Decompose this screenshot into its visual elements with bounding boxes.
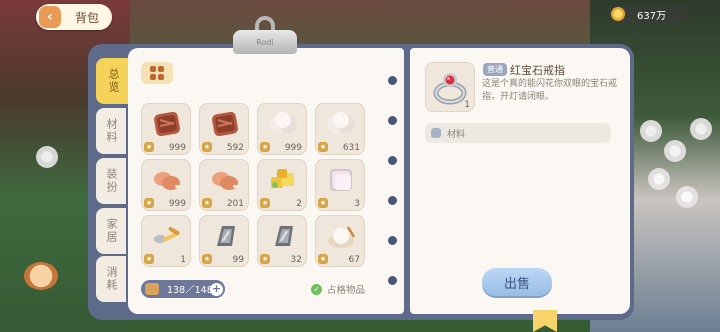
- item-count: 999: [284, 143, 302, 153]
- star-icon: ★: [318, 142, 328, 152]
- tab-materials[interactable]: 材料: [96, 108, 126, 154]
- item-count: 3: [354, 199, 360, 209]
- detail-item-thumbnail: 1: [425, 62, 475, 112]
- ring: [388, 116, 397, 125]
- item-count: 999: [168, 143, 186, 153]
- item-count: 2: [296, 199, 302, 209]
- ring: [388, 196, 397, 205]
- back-button[interactable]: ‹ 背包: [36, 4, 112, 30]
- item-type-label: 材料: [447, 129, 466, 140]
- sell-button[interactable]: 出售: [482, 268, 552, 296]
- ring: [388, 76, 397, 85]
- meat-steak-icon: [150, 109, 184, 139]
- item-count: 67: [348, 255, 360, 265]
- binder-clip: Rodi: [233, 16, 297, 56]
- iron-ingot-icon: [266, 221, 300, 251]
- tab-furniture[interactable]: 家居: [96, 208, 126, 254]
- house-icon[interactable]: [24, 262, 58, 290]
- chevron-left-icon: ‹: [39, 6, 61, 28]
- inventory-slot[interactable]: ★ 999: [141, 159, 191, 211]
- item-count: 999: [168, 199, 186, 209]
- detail-item-name: 红宝石戒指: [510, 64, 565, 77]
- currency-display: 637万: [608, 5, 688, 23]
- chicken-leg-icon: [150, 165, 184, 195]
- inventory-slot[interactable]: ★ 1: [141, 215, 191, 267]
- inventory-slot[interactable]: ★ 99: [199, 215, 249, 267]
- currency-amount: 637万: [637, 10, 667, 22]
- occupied-items-label: 占格物品: [327, 285, 366, 296]
- detail-item-description: 这是个真的能闪花你双眼的宝石戒指，开灯请闭眼。: [482, 79, 618, 102]
- item-count: 592: [226, 143, 244, 153]
- flower-decoration: [36, 146, 58, 168]
- star-icon: ★: [318, 254, 328, 264]
- item-count: 99: [232, 255, 244, 265]
- star-icon: ★: [144, 254, 154, 264]
- ring: [388, 276, 397, 285]
- ring: [388, 156, 397, 165]
- item-count: 1: [180, 255, 186, 265]
- rarity-badge: 普通: [483, 63, 507, 76]
- cheese-icon: [266, 165, 300, 195]
- star-icon: ★: [144, 142, 154, 152]
- bag-capacity: 138／148 +: [141, 280, 225, 298]
- clip-plate: Rodi: [233, 30, 297, 54]
- star-icon: ★: [202, 254, 212, 264]
- notebook-rings: [386, 48, 400, 314]
- material-icon: [431, 128, 441, 138]
- rice-bowl-icon: [324, 221, 358, 251]
- category-filter-button[interactable]: [141, 62, 173, 84]
- star-icon: ★: [202, 142, 212, 152]
- inventory-slot[interactable]: ★ 999: [141, 103, 191, 155]
- inventory-slot[interactable]: ★ 999: [257, 103, 307, 155]
- cotton-icon: [266, 109, 300, 139]
- expand-capacity-button[interactable]: +: [210, 282, 223, 296]
- flower-decoration: [690, 118, 712, 140]
- ring: [388, 236, 397, 245]
- tab-outfits[interactable]: 装扮: [96, 158, 126, 204]
- tab-consumables[interactable]: 消耗: [96, 256, 126, 302]
- chicken-leg-icon: [208, 165, 242, 195]
- flower-decoration: [640, 120, 662, 142]
- check-icon: ✓: [311, 283, 322, 295]
- bag-icon: [145, 283, 159, 295]
- star-icon: ★: [202, 198, 212, 208]
- cotton-icon: [324, 109, 358, 139]
- tools-icon: [150, 221, 184, 251]
- tab-overview[interactable]: 总览: [96, 58, 130, 104]
- meat-steak-icon: [208, 109, 242, 139]
- inventory-slot[interactable]: ★ 32: [257, 215, 307, 267]
- detail-item-count: 1: [464, 100, 470, 110]
- iron-ingot-icon: [208, 221, 242, 251]
- flower-decoration: [664, 140, 686, 162]
- star-icon: ★: [144, 198, 154, 208]
- inventory-slot[interactable]: ★ 2: [257, 159, 307, 211]
- coin-icon: [611, 7, 625, 21]
- grid-icon: [150, 66, 164, 80]
- inventory-slot[interactable]: ★ 67: [315, 215, 365, 267]
- inventory-slot[interactable]: ★ 201: [199, 159, 249, 211]
- capacity-text: 138／148: [167, 285, 213, 296]
- clip-text: Rodi: [256, 37, 274, 47]
- flower-decoration: [648, 168, 670, 190]
- cloth-icon: [324, 165, 358, 195]
- flower-decoration: [676, 186, 698, 208]
- inventory-slot[interactable]: ★ 3: [315, 159, 365, 211]
- back-button-label: 背包: [75, 10, 100, 25]
- star-icon: ★: [260, 254, 270, 264]
- item-count: 631: [342, 143, 360, 153]
- occupied-items-toggle[interactable]: ✓ 占格物品: [311, 282, 365, 296]
- star-icon: ★: [260, 142, 270, 152]
- item-count: 201: [226, 199, 244, 209]
- inventory-slot[interactable]: ★ 592: [199, 103, 249, 155]
- item-count: 32: [290, 255, 302, 265]
- item-type-tag: 材料: [425, 123, 611, 143]
- star-icon: ★: [260, 198, 270, 208]
- inventory-slot[interactable]: ★ 631: [315, 103, 365, 155]
- star-icon: ★: [318, 198, 328, 208]
